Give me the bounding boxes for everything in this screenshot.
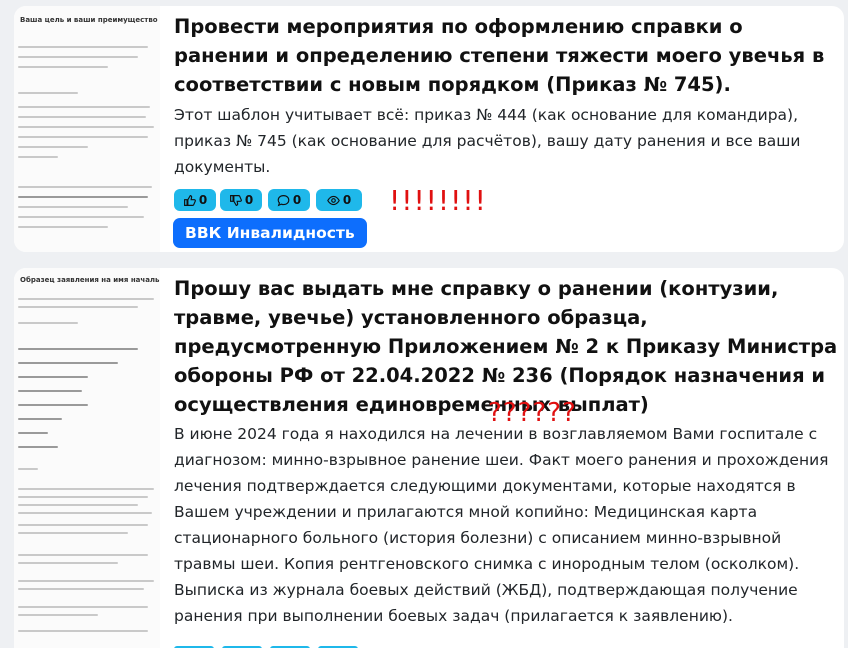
eye-icon [326,195,340,205]
document-thumbnail[interactable]: Ваша цель и ваши преимущество [14,6,160,252]
thumbs-down-icon [229,194,242,206]
dislike-count: 0 [244,193,254,207]
view-count: 0 [342,193,352,207]
category-tag-button[interactable]: ВВК Инвалидность [173,218,367,248]
thumbs-up-icon [183,194,196,206]
like-count: 0 [198,193,208,207]
comments-button[interactable]: 0 [268,189,310,211]
views-counter: 0 [316,189,362,211]
dislike-button[interactable]: 0 [220,189,262,211]
comment-icon [277,194,290,206]
article-description: В июне 2024 года я находился на лечении … [174,425,829,625]
article-description: Этот шаблон учитывает всё: приказ № 444 … [174,106,801,176]
question-annotation: ?????? [488,398,577,428]
article-card[interactable]: Образец заявления на имя начальника госп… [14,268,844,648]
document-thumbnail[interactable]: Образец заявления на имя начальника госп… [14,268,160,648]
thumbnail-title: Образец заявления на имя начальника госп… [20,276,160,284]
comment-count: 0 [292,193,302,207]
exclamation-annotation: !!!!!!!! [389,184,487,217]
article-title[interactable]: Провести мероприятия по оформлению справ… [174,12,839,99]
thumbnail-title: Ваша цель и ваши преимущество [20,16,158,24]
like-button[interactable]: 0 [174,189,216,211]
